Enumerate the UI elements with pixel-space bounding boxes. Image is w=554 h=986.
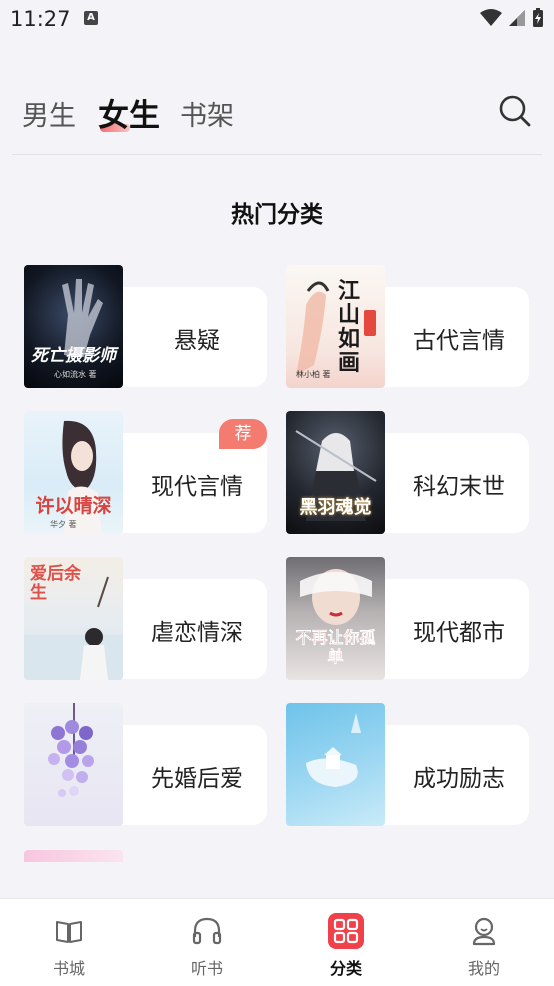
app-screen: 11:27 A 男生 女生 书架 热门分类 死亡摄影师 心如流水 著 悬疑 江山… (0, 0, 554, 986)
nav-label: 书城 (52, 959, 85, 978)
cover-author: 心如流水 著 (54, 370, 97, 379)
cover-author: 林小柏 著 (296, 370, 331, 379)
tab-male[interactable]: 男生 (22, 94, 76, 133)
book-cover: 许以晴深 华夕 著 (24, 411, 123, 534)
category-label: 科幻末世 (413, 474, 505, 500)
wifi-icon (480, 9, 502, 26)
category-label: 虐恋情深 (151, 620, 243, 646)
tab-bookshelf[interactable]: 书架 (180, 94, 234, 133)
battery-icon (533, 8, 543, 27)
book-cover: 不再让你孤单 (286, 557, 385, 680)
nav-category[interactable]: 分类 (277, 899, 415, 986)
sky-house-illustration (306, 713, 361, 787)
headphones-icon (192, 917, 222, 945)
book-cover: 死亡摄影师 心如流水 著 (24, 265, 123, 388)
partial-book-cover (24, 850, 123, 862)
book-icon (56, 921, 82, 943)
nav-bookstore[interactable]: 书城 (0, 899, 138, 986)
section-title: 热门分类 (231, 202, 323, 228)
book-cover (286, 703, 385, 826)
cover-author: 华夕 著 (50, 520, 77, 529)
bottom-nav-bar: 书城 听书 分类 我的 (0, 898, 554, 986)
cover-title: 爱后余生 (30, 564, 81, 603)
category-urban[interactable]: 不再让你孤单 现代都市 (286, 557, 529, 681)
category-label: 成功励志 (413, 766, 505, 792)
recommend-badge: 荐 (219, 419, 267, 449)
category-label: 先婚后爱 (151, 766, 243, 792)
category-ancient-romance[interactable]: 江山如画 林小柏 著 古代言情 (286, 265, 529, 389)
category-label: 悬疑 (174, 328, 220, 354)
category-marriage-first[interactable]: 先婚后爱 (24, 703, 267, 827)
category-scifi[interactable]: 黑羽魂觉 科幻末世 (286, 411, 529, 535)
category-label: 现代都市 (413, 620, 505, 646)
status-bar: 11:27 A (0, 0, 554, 38)
category-label: 古代言情 (413, 328, 505, 354)
top-tab-bar: 男生 女生 书架 (0, 84, 554, 144)
grid-icon (328, 913, 364, 949)
signal-icon (509, 10, 525, 26)
search-icon[interactable] (498, 94, 532, 128)
cover-title: 黑羽魂觉 (299, 497, 372, 518)
header-divider (12, 154, 542, 155)
nav-profile[interactable]: 我的 (415, 899, 553, 986)
category-suspense[interactable]: 死亡摄影师 心如流水 著 悬疑 (24, 265, 267, 389)
tab-female[interactable]: 女生 (98, 90, 160, 135)
nav-label: 我的 (467, 959, 500, 978)
category-tragic-romance[interactable]: 爱后余生 虐恋情深 (24, 557, 267, 681)
cover-title: 江山如画 (338, 278, 361, 376)
nav-label: 听书 (190, 959, 223, 978)
book-cover (24, 703, 123, 826)
book-cover: 爱后余生 (24, 557, 123, 680)
book-cover: 黑羽魂觉 (286, 411, 385, 534)
status-time: 11:27 (10, 7, 71, 31)
cover-title: 死亡摄影师 (31, 346, 116, 366)
nav-label: 分类 (329, 959, 362, 978)
user-icon (472, 917, 496, 946)
book-cover: 江山如画 林小柏 著 (286, 265, 385, 388)
nav-audiobook[interactable]: 听书 (138, 899, 276, 986)
category-modern-romance[interactable]: 许以晴深 华夕 著 荐 现代言情 (24, 411, 267, 535)
category-label: 现代言情 (151, 474, 243, 500)
cover-title: 许以晴深 (35, 495, 112, 517)
notification-a-icon: A (84, 11, 98, 25)
wisteria-illustration (48, 703, 94, 797)
system-icons (480, 8, 544, 28)
cover-title: 不再让你孤单 (295, 628, 376, 666)
category-inspirational[interactable]: 成功励志 (286, 703, 529, 827)
